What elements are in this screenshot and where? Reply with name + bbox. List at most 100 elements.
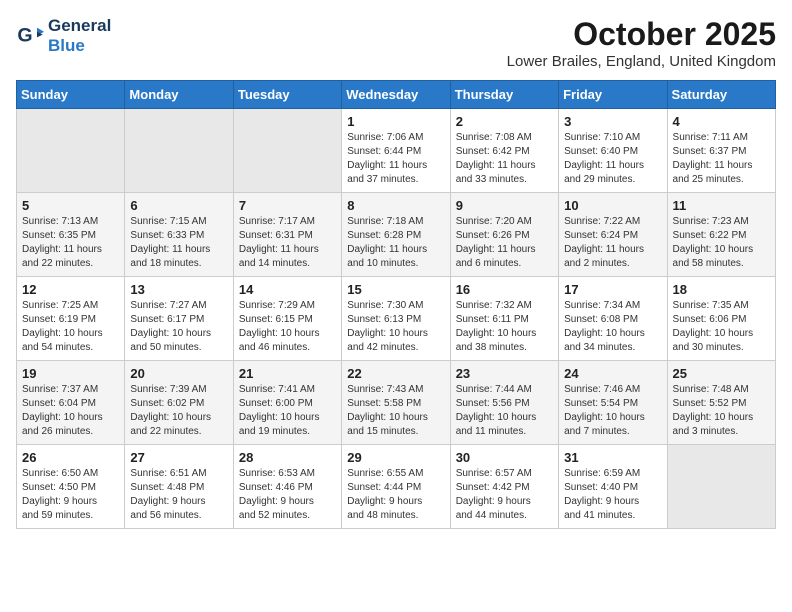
day-info: Sunrise: 7:41 AM Sunset: 6:00 PM Dayligh… (239, 383, 336, 439)
day-info: Sunrise: 7:29 AM Sunset: 6:15 PM Dayligh… (239, 299, 336, 355)
calendar-cell: 22Sunrise: 7:43 AM Sunset: 5:58 PM Dayli… (342, 361, 450, 445)
day-number: 29 (347, 450, 444, 465)
day-number: 5 (22, 198, 119, 213)
day-info: Sunrise: 7:44 AM Sunset: 5:56 PM Dayligh… (456, 383, 553, 439)
day-number: 8 (347, 198, 444, 213)
title-block: October 2025 Lower Brailes, England, Uni… (507, 16, 776, 70)
day-info: Sunrise: 7:30 AM Sunset: 6:13 PM Dayligh… (347, 299, 444, 355)
day-number: 17 (564, 282, 661, 297)
weekday-header-sunday: Sunday (17, 81, 125, 109)
calendar-cell: 9Sunrise: 7:20 AM Sunset: 6:26 PM Daylig… (450, 193, 558, 277)
calendar-cell: 7 Sunrise: 7:17 AM Sunset: 6:31 PM Daylig… (233, 193, 341, 277)
day-info: Sunrise: 7:06 AM Sunset: 6:44 PM Dayligh… (347, 131, 444, 187)
logo-line1: General (48, 16, 111, 36)
day-info: Sunrise: 7:22 AM Sunset: 6:24 PM Dayligh… (564, 215, 661, 271)
day-number: 14 (239, 282, 336, 297)
calendar-cell: 20 Sunrise: 7:39 AM Sunset: 6:02 PM Dayli… (125, 361, 233, 445)
weekday-header-row: SundayMondayTuesdayWednesdayThursdayFrid… (17, 81, 776, 109)
day-info: Sunrise: 7:46 AM Sunset: 5:54 PM Dayligh… (564, 383, 661, 439)
day-info: Sunrise: 7:48 AM Sunset: 5:52 PM Dayligh… (673, 383, 770, 439)
week-row-2: 5 Sunrise: 7:13 AM Sunset: 6:35 PM Daylig… (17, 193, 776, 277)
calendar-cell: 31 Sunrise: 6:59 AM Sunset: 4:40 PM Dayli… (559, 445, 667, 529)
day-info: Sunrise: 6:55 AM Sunset: 4:44 PM Dayligh… (347, 467, 444, 523)
calendar-cell (17, 109, 125, 193)
week-row-3: 12Sunrise: 7:25 AM Sunset: 6:19 PM Dayli… (17, 277, 776, 361)
calendar-cell: 4Sunrise: 7:11 AM Sunset: 6:37 PM Daylig… (667, 109, 775, 193)
weekday-header-tuesday: Tuesday (233, 81, 341, 109)
day-number: 31 (564, 450, 661, 465)
calendar-table: SundayMondayTuesdayWednesdayThursdayFrid… (16, 80, 776, 529)
day-info: Sunrise: 7:39 AM Sunset: 6:02 PM Dayligh… (130, 383, 227, 439)
weekday-header-friday: Friday (559, 81, 667, 109)
logo-icon: G (16, 22, 44, 50)
day-info: Sunrise: 6:51 AM Sunset: 4:48 PM Dayligh… (130, 467, 227, 523)
day-info: Sunrise: 7:27 AM Sunset: 6:17 PM Dayligh… (130, 299, 227, 355)
week-row-5: 26 Sunrise: 6:50 AM Sunset: 4:50 PM Dayli… (17, 445, 776, 529)
calendar-cell: 2 Sunrise: 7:08 AM Sunset: 6:42 PM Daylig… (450, 109, 558, 193)
week-row-1: 1 Sunrise: 7:06 AM Sunset: 6:44 PM Daylig… (17, 109, 776, 193)
day-number: 20 (130, 366, 227, 381)
calendar-cell: 10 Sunrise: 7:22 AM Sunset: 6:24 PM Dayli… (559, 193, 667, 277)
day-number: 28 (239, 450, 336, 465)
calendar-cell: 30 Sunrise: 6:57 AM Sunset: 4:42 PM Dayli… (450, 445, 558, 529)
calendar-cell: 6 Sunrise: 7:15 AM Sunset: 6:33 PM Daylig… (125, 193, 233, 277)
week-row-4: 19 Sunrise: 7:37 AM Sunset: 6:04 PM Dayli… (17, 361, 776, 445)
day-info: Sunrise: 7:08 AM Sunset: 6:42 PM Dayligh… (456, 131, 553, 187)
calendar-cell: 17 Sunrise: 7:34 AM Sunset: 6:08 PM Dayli… (559, 277, 667, 361)
day-number: 25 (673, 366, 770, 381)
day-number: 27 (130, 450, 227, 465)
day-number: 26 (22, 450, 119, 465)
month-title: October 2025 (507, 16, 776, 53)
day-number: 9 (456, 198, 553, 213)
calendar-cell: 26 Sunrise: 6:50 AM Sunset: 4:50 PM Dayli… (17, 445, 125, 529)
calendar-cell: 12Sunrise: 7:25 AM Sunset: 6:19 PM Dayli… (17, 277, 125, 361)
day-info: Sunrise: 7:15 AM Sunset: 6:33 PM Dayligh… (130, 215, 227, 271)
day-info: Sunrise: 7:35 AM Sunset: 6:06 PM Dayligh… (673, 299, 770, 355)
weekday-header-wednesday: Wednesday (342, 81, 450, 109)
day-info: Sunrise: 7:10 AM Sunset: 6:40 PM Dayligh… (564, 131, 661, 187)
svg-text:G: G (17, 25, 32, 47)
calendar-cell (125, 109, 233, 193)
day-info: Sunrise: 7:17 AM Sunset: 6:31 PM Dayligh… (239, 215, 336, 271)
calendar-cell: 29 Sunrise: 6:55 AM Sunset: 4:44 PM Dayli… (342, 445, 450, 529)
day-info: Sunrise: 7:18 AM Sunset: 6:28 PM Dayligh… (347, 215, 444, 271)
day-number: 12 (22, 282, 119, 297)
day-info: Sunrise: 6:57 AM Sunset: 4:42 PM Dayligh… (456, 467, 553, 523)
day-number: 2 (456, 114, 553, 129)
day-info: Sunrise: 7:37 AM Sunset: 6:04 PM Dayligh… (22, 383, 119, 439)
day-number: 1 (347, 114, 444, 129)
page-header: G General Blue October 2025 Lower Braile… (16, 16, 776, 70)
calendar-cell: 27 Sunrise: 6:51 AM Sunset: 4:48 PM Dayli… (125, 445, 233, 529)
day-number: 18 (673, 282, 770, 297)
day-info: Sunrise: 7:34 AM Sunset: 6:08 PM Dayligh… (564, 299, 661, 355)
day-number: 23 (456, 366, 553, 381)
day-info: Sunrise: 7:23 AM Sunset: 6:22 PM Dayligh… (673, 215, 770, 271)
calendar-cell: 3 Sunrise: 7:10 AM Sunset: 6:40 PM Daylig… (559, 109, 667, 193)
calendar-cell: 5 Sunrise: 7:13 AM Sunset: 6:35 PM Daylig… (17, 193, 125, 277)
day-info: Sunrise: 7:11 AM Sunset: 6:37 PM Dayligh… (673, 131, 770, 187)
day-number: 19 (22, 366, 119, 381)
day-number: 6 (130, 198, 227, 213)
weekday-header-thursday: Thursday (450, 81, 558, 109)
day-number: 30 (456, 450, 553, 465)
day-info: Sunrise: 6:59 AM Sunset: 4:40 PM Dayligh… (564, 467, 661, 523)
day-info: Sunrise: 6:50 AM Sunset: 4:50 PM Dayligh… (22, 467, 119, 523)
day-number: 3 (564, 114, 661, 129)
day-number: 11 (673, 198, 770, 213)
day-number: 7 (239, 198, 336, 213)
logo-line2: Blue (48, 36, 111, 56)
day-number: 10 (564, 198, 661, 213)
day-number: 15 (347, 282, 444, 297)
day-info: Sunrise: 7:13 AM Sunset: 6:35 PM Dayligh… (22, 215, 119, 271)
calendar-cell: 11 Sunrise: 7:23 AM Sunset: 6:22 PM Dayli… (667, 193, 775, 277)
day-info: Sunrise: 7:32 AM Sunset: 6:11 PM Dayligh… (456, 299, 553, 355)
calendar-cell: 21Sunrise: 7:41 AM Sunset: 6:00 PM Dayli… (233, 361, 341, 445)
calendar-cell: 25 Sunrise: 7:48 AM Sunset: 5:52 PM Dayli… (667, 361, 775, 445)
calendar-cell: 19 Sunrise: 7:37 AM Sunset: 6:04 PM Dayli… (17, 361, 125, 445)
calendar-cell: 13Sunrise: 7:27 AM Sunset: 6:17 PM Dayli… (125, 277, 233, 361)
calendar-cell (233, 109, 341, 193)
weekday-header-monday: Monday (125, 81, 233, 109)
logo: G General Blue (16, 16, 111, 56)
calendar-cell: 24 Sunrise: 7:46 AM Sunset: 5:54 PM Dayli… (559, 361, 667, 445)
day-number: 24 (564, 366, 661, 381)
